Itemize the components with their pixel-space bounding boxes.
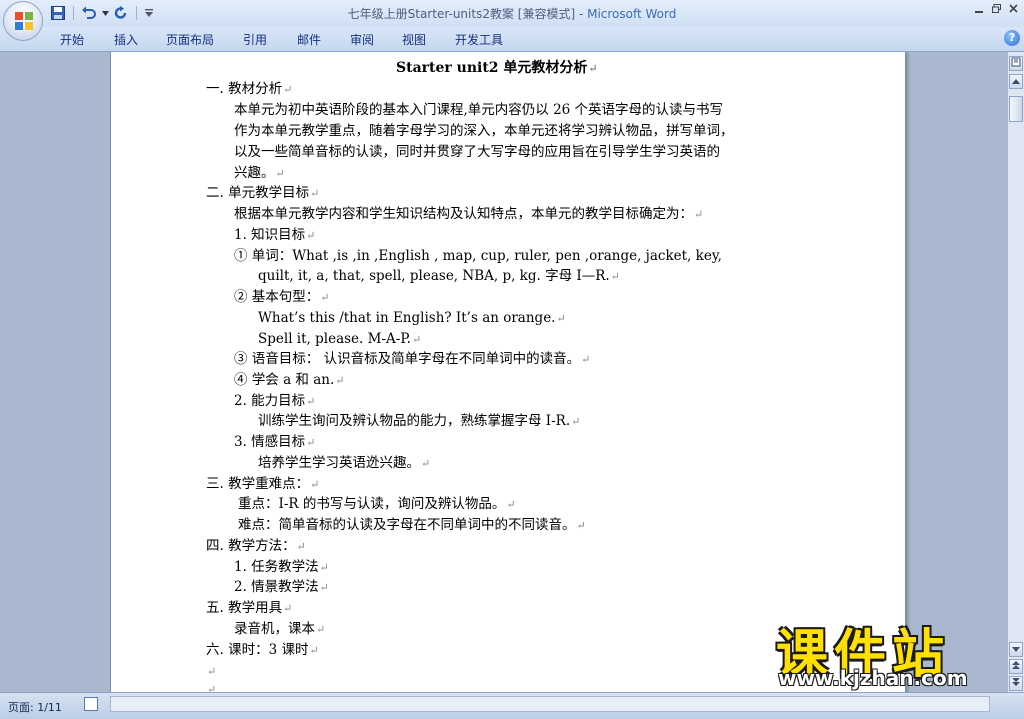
window-controls <box>975 3 1018 16</box>
office-logo-icon <box>15 12 33 30</box>
list-item: 1. 知识目标↵ <box>234 227 316 243</box>
paragraph-line: 兴趣。↵ <box>234 165 285 181</box>
scroll-down-icon[interactable] <box>1009 642 1023 657</box>
watermark-url: www.kjzhan.com <box>778 666 968 690</box>
tab-view[interactable]: 视图 <box>402 31 426 48</box>
section-heading: 四. 教学方法：↵ <box>206 538 306 554</box>
section-heading: 六. 课时：3 课时↵ <box>206 642 319 658</box>
vertical-scrollbar[interactable] <box>1007 52 1024 692</box>
scroll-up-icon[interactable] <box>1009 74 1023 89</box>
minimize-icon[interactable] <box>975 3 984 16</box>
list-item: 2. 情景教学法↵ <box>234 579 329 595</box>
tab-mailings[interactable]: 邮件 <box>297 31 321 48</box>
list-item: ② 基本句型：↵ <box>234 289 330 305</box>
tab-insert[interactable]: 插入 <box>114 31 138 48</box>
paragraph-line: 重点：I-R 的书写与认读，询问及辨认物品。↵ <box>238 496 516 512</box>
scroll-thumb[interactable] <box>1009 96 1023 122</box>
paragraph-line: 本单元为初中英语阶段的基本入门课程,单元内容仍以 26 个英语字母的认读与书写 <box>234 102 724 118</box>
empty-paragraph: ↵ <box>207 665 217 678</box>
empty-paragraph: ↵ <box>207 683 217 692</box>
restore-icon[interactable] <box>992 3 1001 16</box>
layout-icon[interactable] <box>84 697 98 711</box>
ribbon-tabs: 开始 插入 页面布局 引用 邮件 审阅 视图 开发工具 ? <box>0 27 1024 52</box>
help-icon[interactable]: ? <box>1004 30 1020 46</box>
tab-page-layout[interactable]: 页面布局 <box>166 31 214 48</box>
status-bar: 页面: 1/11 <box>0 692 1024 719</box>
page-indicator[interactable]: 页面: 1/11 <box>8 699 62 715</box>
document-area: Starter unit2 单元教材分析↵ 一. 教材分析↵ 本单元为初中英语阶… <box>0 52 1007 692</box>
list-item: 2. 能力目标↵ <box>234 393 316 409</box>
paragraph-line: 录音机，课本↵ <box>234 621 326 637</box>
section-heading: 一. 教材分析↵ <box>206 81 293 97</box>
list-item: ③ 语音目标： 认识音标及简单字母在不同单词中的读音。↵ <box>234 351 591 367</box>
next-page-icon[interactable] <box>1009 676 1023 691</box>
section-heading: 五. 教学用具↵ <box>206 600 293 616</box>
paragraph-line: 根据本单元教学内容和学生知识结构及认知特点，本单元的教学目标确定为：↵ <box>234 206 704 222</box>
list-item: 3. 情感目标↵ <box>234 434 316 450</box>
office-button[interactable] <box>3 1 43 41</box>
paragraph-line: 以及一些简单音标的认读，同时并贯穿了大写字母的应用旨在引导学生学习英语的 <box>234 144 720 160</box>
paragraph-line: 培养学生学习英语迯兴趣。↵ <box>258 455 431 471</box>
list-item: ① 单词：What ,is ,in ,English , map, cup, r… <box>234 248 722 264</box>
document-page[interactable]: Starter unit2 单元教材分析↵ 一. 教材分析↵ 本单元为初中英语阶… <box>110 52 906 692</box>
window-title: 七年级上册Starter-units2教案 [兼容模式] - Microsoft… <box>0 5 1024 22</box>
tab-references[interactable]: 引用 <box>243 31 267 48</box>
horizontal-scrollbar[interactable] <box>110 696 990 712</box>
paragraph-line: 难点：简单音标的认读及字母在不同单词中的不同读音。↵ <box>238 517 586 533</box>
close-icon[interactable] <box>1009 3 1018 16</box>
paragraph-line: What’s this /that in English? It’s an or… <box>258 310 566 326</box>
tab-home[interactable]: 开始 <box>60 31 84 48</box>
paragraph-line: 作为本单元教学重点，随着字母学习的深入，本单元还将学习辨认物品，拼写单词， <box>234 123 734 139</box>
ruler-toggle-icon[interactable] <box>1009 56 1023 71</box>
paragraph-line: Spell it, please. M-A-P.↵ <box>258 331 422 347</box>
section-heading: 三. 教学重难点：↵ <box>206 476 320 492</box>
tab-developer[interactable]: 开发工具 <box>455 31 503 48</box>
paragraph-line: 训练学生询问及辨认物品的能力，熟练掌握字母 I-R.↵ <box>258 413 581 429</box>
list-item: quilt, it, a, that, spell, please, NBA, … <box>258 268 620 284</box>
section-heading: 二. 单元教学目标↵ <box>206 185 320 201</box>
document-title: 七年级上册Starter-units2教案 [兼容模式] - <box>347 7 588 21</box>
tab-review[interactable]: 审阅 <box>350 31 374 48</box>
list-item: 1. 任务教学法↵ <box>234 559 329 575</box>
previous-page-icon[interactable] <box>1009 659 1023 674</box>
watermark: 课件站 www.kjzhan.com <box>770 612 1010 692</box>
list-item: ④ 学会 a 和 an.↵ <box>234 372 345 388</box>
app-name: Microsoft Word <box>587 7 677 21</box>
title-bar: 七年级上册Starter-units2教案 [兼容模式] - Microsoft… <box>0 0 1024 41</box>
document-heading: Starter unit2 单元教材分析↵ <box>396 60 598 76</box>
